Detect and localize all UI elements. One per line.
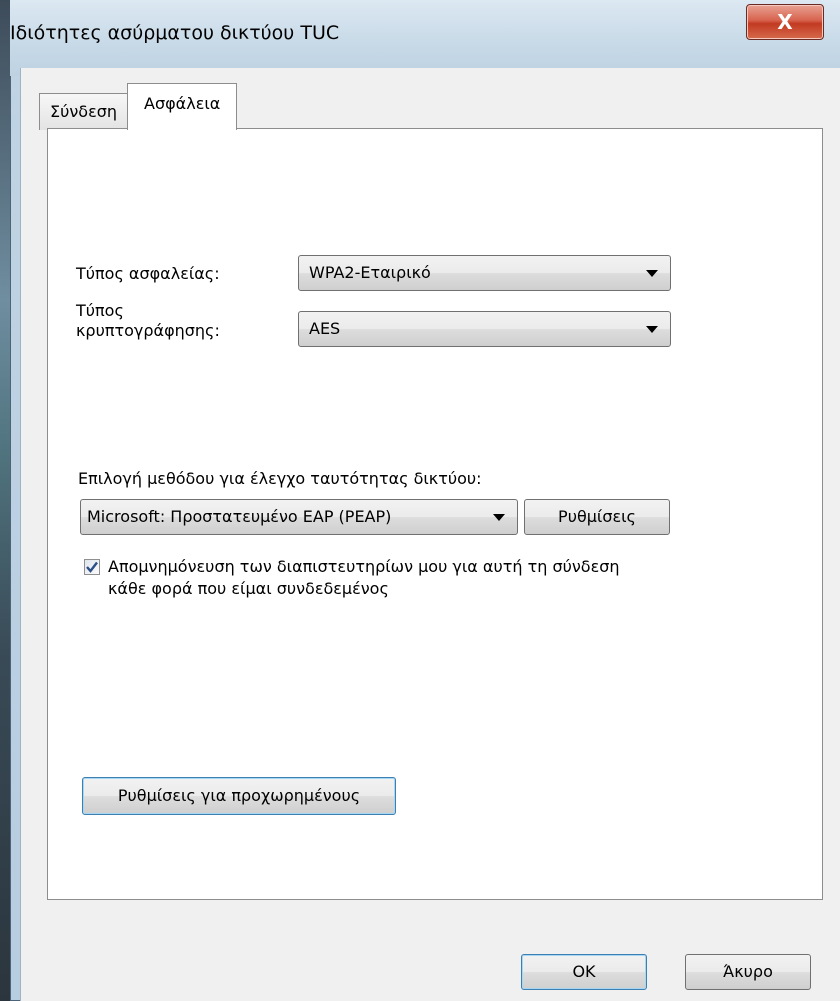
security-type-value: WPA2-Εταιρικό xyxy=(309,263,431,282)
encryption-type-select[interactable]: AES xyxy=(298,311,671,347)
auth-method-label: Επιλογή μεθόδου για έλεγχο ταυτότητας δι… xyxy=(78,469,482,488)
properties-dialog: Ιδιότητες ασύρματου δικτύου TUC X Σύνδεσ… xyxy=(10,0,840,1001)
advanced-settings-button[interactable]: Ρυθμίσεις για προχωρημένους xyxy=(82,777,396,815)
window-title: Ιδιότητες ασύρματου δικτύου TUC xyxy=(10,22,340,44)
cancel-button[interactable]: Άκυρο xyxy=(685,954,811,990)
chevron-down-icon xyxy=(493,514,505,521)
security-tab-panel: Τύπος ασφαλείας: WPA2-Εταιρικό Τύπος κρυ… xyxy=(47,128,823,900)
auth-settings-button[interactable]: Ρυθμίσεις xyxy=(524,499,670,535)
title-bar[interactable]: Ιδιότητες ασύρματου δικτύου TUC X xyxy=(10,0,840,76)
tab-connection[interactable]: Σύνδεση xyxy=(39,93,129,130)
tab-security[interactable]: Ασφάλεια xyxy=(127,83,238,130)
close-button[interactable]: X xyxy=(746,4,824,40)
security-type-select[interactable]: WPA2-Εταιρικό xyxy=(298,255,671,291)
chevron-down-icon xyxy=(646,326,658,333)
chevron-down-icon xyxy=(646,270,658,277)
close-icon: X xyxy=(777,10,793,34)
encryption-type-label-line2: κρυπτογράφησης: xyxy=(76,321,220,340)
security-type-label: Τύπος ασφαλείας: xyxy=(76,264,220,283)
remember-credentials-label-line2: κάθε φορά που είμαι συνδεδεμένος xyxy=(108,579,389,598)
tab-strip: Σύνδεση Ασφάλεια xyxy=(39,78,238,130)
check-icon xyxy=(86,561,98,573)
encryption-type-value: AES xyxy=(309,319,341,338)
dialog-client-area: Σύνδεση Ασφάλεια Τύπος ασφαλείας: WPA2-Ε… xyxy=(20,68,840,1001)
encryption-type-label-line1: Τύπος xyxy=(76,301,124,320)
auth-method-value: Microsoft: Προστατευμένο EAP (PEAP) xyxy=(87,507,392,526)
ok-button[interactable]: OK xyxy=(521,954,647,990)
remember-credentials-checkbox[interactable] xyxy=(84,559,100,575)
auth-method-select[interactable]: Microsoft: Προστατευμένο EAP (PEAP) xyxy=(80,499,518,535)
remember-credentials-label-line1: Απομνημόνευση των διαπιστευτηρίων μου γι… xyxy=(108,557,620,576)
